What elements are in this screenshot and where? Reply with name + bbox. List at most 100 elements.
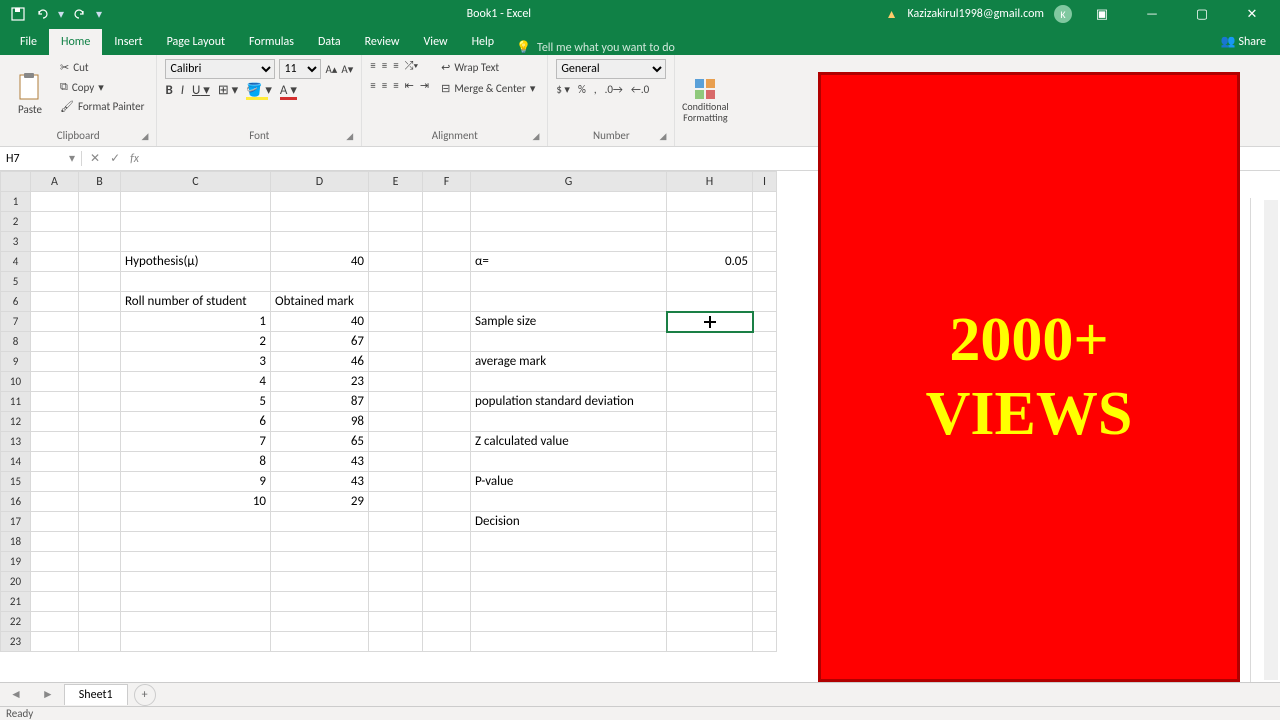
cell[interactable] xyxy=(121,592,271,612)
cell[interactable] xyxy=(31,252,79,272)
row-header[interactable]: 13 xyxy=(1,432,31,452)
cell[interactable] xyxy=(667,632,753,652)
cell[interactable] xyxy=(753,472,777,492)
cell[interactable] xyxy=(121,552,271,572)
row-header[interactable]: 11 xyxy=(1,392,31,412)
row-header[interactable]: 9 xyxy=(1,352,31,372)
cell[interactable]: 43 xyxy=(271,472,369,492)
cell[interactable] xyxy=(121,512,271,532)
cell[interactable] xyxy=(471,492,667,512)
cell[interactable] xyxy=(471,612,667,632)
col-header[interactable]: F xyxy=(423,172,471,192)
row-header[interactable]: 14 xyxy=(1,452,31,472)
cell[interactable]: Sample size xyxy=(471,312,667,332)
percent-button[interactable]: % xyxy=(578,83,586,96)
decrease-indent-icon[interactable]: ⇤ xyxy=(405,79,414,92)
row-header[interactable]: 2 xyxy=(1,212,31,232)
cell[interactable] xyxy=(79,232,121,252)
clipboard-dialog-icon[interactable]: ◢ xyxy=(142,131,149,142)
cell[interactable] xyxy=(271,532,369,552)
cell[interactable] xyxy=(667,352,753,372)
cell[interactable] xyxy=(79,512,121,532)
cell[interactable] xyxy=(31,552,79,572)
cell[interactable] xyxy=(31,352,79,372)
cell[interactable] xyxy=(753,572,777,592)
cell[interactable] xyxy=(667,492,753,512)
row-header[interactable]: 15 xyxy=(1,472,31,492)
cell[interactable]: population standard deviation xyxy=(471,392,667,412)
cell[interactable] xyxy=(369,472,423,492)
cell[interactable] xyxy=(423,232,471,252)
cell[interactable] xyxy=(369,572,423,592)
font-dialog-icon[interactable]: ◢ xyxy=(346,131,353,142)
cell[interactable]: 4 xyxy=(121,372,271,392)
cell[interactable] xyxy=(471,212,667,232)
row-header[interactable]: 19 xyxy=(1,552,31,572)
cell[interactable] xyxy=(753,212,777,232)
align-left-icon[interactable]: ≡ xyxy=(370,79,375,92)
conditional-formatting-button[interactable]: Conditional Formatting xyxy=(683,59,727,140)
cell[interactable] xyxy=(79,612,121,632)
row-header[interactable]: 10 xyxy=(1,372,31,392)
cell[interactable] xyxy=(369,212,423,232)
cell[interactable] xyxy=(31,532,79,552)
fill-color-button[interactable]: 🪣 ▾ xyxy=(246,83,272,98)
new-sheet-button[interactable]: + xyxy=(134,684,156,706)
cell[interactable] xyxy=(31,192,79,212)
cell[interactable]: P-value xyxy=(471,472,667,492)
cell[interactable] xyxy=(121,212,271,232)
cell[interactable] xyxy=(31,372,79,392)
cell[interactable] xyxy=(471,452,667,472)
comma-button[interactable]: , xyxy=(594,83,597,96)
cell[interactable] xyxy=(369,552,423,572)
cell[interactable] xyxy=(667,552,753,572)
cell[interactable] xyxy=(753,252,777,272)
cell[interactable] xyxy=(667,572,753,592)
tab-data[interactable]: Data xyxy=(306,29,353,55)
cell[interactable]: 46 xyxy=(271,352,369,372)
cell[interactable] xyxy=(79,472,121,492)
avatar[interactable]: K xyxy=(1054,5,1072,23)
row-header[interactable]: 6 xyxy=(1,292,31,312)
cell[interactable] xyxy=(31,612,79,632)
copy-button[interactable]: ⧉Copy ▾ xyxy=(56,78,148,96)
cell[interactable] xyxy=(271,232,369,252)
enter-formula-icon[interactable]: ✓ xyxy=(110,151,120,166)
row-header[interactable]: 20 xyxy=(1,572,31,592)
cell[interactable] xyxy=(667,332,753,352)
cell[interactable] xyxy=(753,332,777,352)
cell[interactable]: 43 xyxy=(271,452,369,472)
font-size-select[interactable]: 11 xyxy=(279,59,321,79)
increase-decimal-icon[interactable]: .0→ xyxy=(605,83,623,96)
fx-icon[interactable]: fx xyxy=(130,152,139,166)
cell[interactable] xyxy=(271,552,369,572)
cell[interactable] xyxy=(369,292,423,312)
cell[interactable]: Hypothesis(µ) xyxy=(121,252,271,272)
cell[interactable] xyxy=(121,272,271,292)
cell[interactable] xyxy=(423,412,471,432)
cell[interactable] xyxy=(79,392,121,412)
col-header[interactable]: G xyxy=(471,172,667,192)
cell[interactable] xyxy=(79,192,121,212)
cell[interactable]: average mark xyxy=(471,352,667,372)
orientation-icon[interactable]: ⤮▾ xyxy=(405,59,418,73)
cell[interactable] xyxy=(667,432,753,452)
namebox-dropdown-icon[interactable]: ▾ xyxy=(69,151,75,166)
cell[interactable]: 65 xyxy=(271,432,369,452)
cell[interactable] xyxy=(667,512,753,532)
tell-me[interactable]: 💡 Tell me what you want to do xyxy=(506,40,685,55)
cell[interactable] xyxy=(79,312,121,332)
close-button[interactable]: ✕ xyxy=(1232,7,1272,22)
cell[interactable] xyxy=(31,592,79,612)
row-header[interactable]: 4 xyxy=(1,252,31,272)
cell[interactable] xyxy=(31,512,79,532)
cell[interactable]: 40 xyxy=(271,252,369,272)
cell[interactable]: 87 xyxy=(271,392,369,412)
cell[interactable] xyxy=(31,292,79,312)
cell[interactable] xyxy=(79,272,121,292)
cell[interactable] xyxy=(31,332,79,352)
row-header[interactable]: 18 xyxy=(1,532,31,552)
cell[interactable] xyxy=(471,332,667,352)
cell[interactable] xyxy=(423,192,471,212)
cell[interactable] xyxy=(121,532,271,552)
